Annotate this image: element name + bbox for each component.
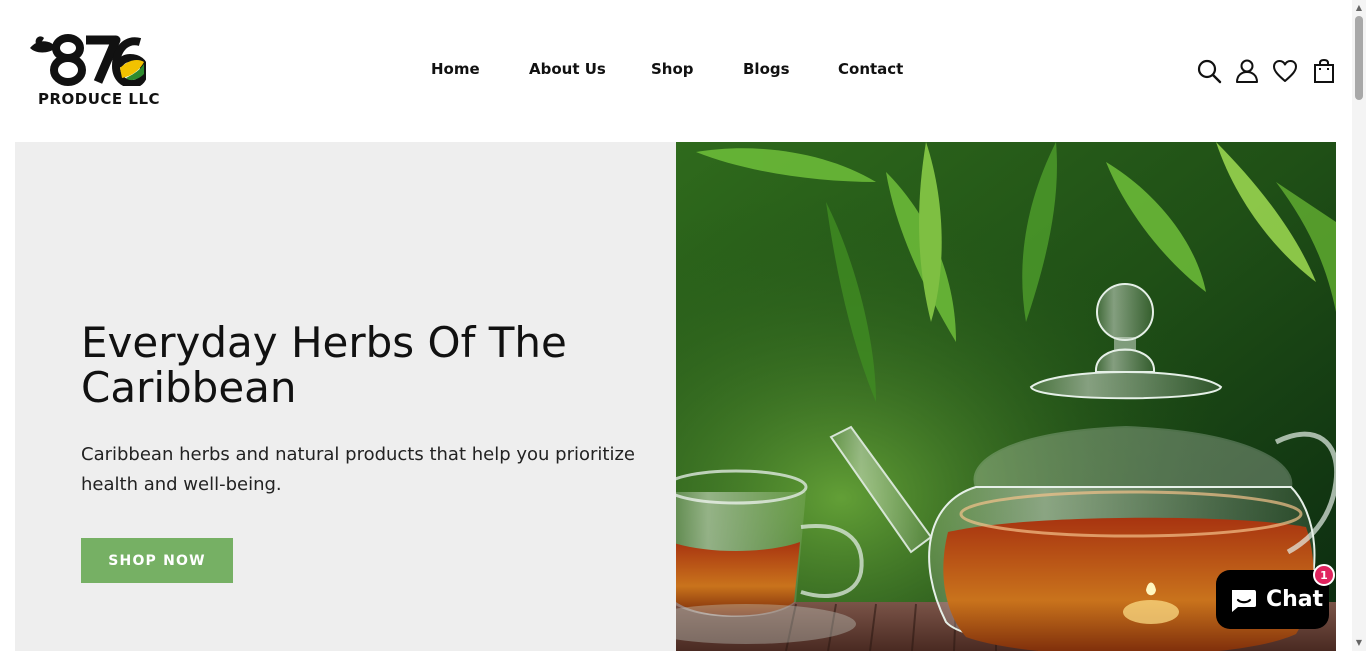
scroll-down-arrow-icon[interactable]: ▼ <box>1352 637 1366 649</box>
nav-shop[interactable]: Shop <box>651 60 694 78</box>
nav-home[interactable]: Home <box>431 60 480 78</box>
header-icons <box>1194 58 1344 86</box>
scroll-up-arrow-icon[interactable]: ▲ <box>1352 2 1366 14</box>
hero-text-panel: Everyday Herbs Of The Caribbean Caribbea… <box>15 142 676 651</box>
chat-unread-badge: 1 <box>1313 564 1335 586</box>
search-icon[interactable] <box>1196 58 1224 86</box>
nav-about-us[interactable]: About Us <box>529 60 606 78</box>
page-scrollbar[interactable]: ▲ ▼ <box>1352 0 1366 651</box>
hero-subtitle: Caribbean herbs and natural products tha… <box>81 444 635 495</box>
nav-contact[interactable]: Contact <box>838 60 903 78</box>
chat-bubble-icon <box>1232 589 1256 612</box>
logo-text: PRODUCE LLC <box>38 90 161 108</box>
scrollbar-thumb[interactable] <box>1355 16 1363 100</box>
hero-title: Everyday Herbs Of The Caribbean <box>81 318 567 412</box>
chat-widget-button[interactable]: Chat <box>1216 570 1329 629</box>
account-icon[interactable] <box>1234 58 1262 86</box>
nav-blogs[interactable]: Blogs <box>743 60 790 78</box>
cart-bag-icon[interactable] <box>1311 58 1339 86</box>
shop-now-button[interactable]: SHOP NOW <box>81 538 233 583</box>
site-header: PRODUCE LLC Home About Us Shop Blogs Con… <box>0 0 1352 142</box>
main-nav: Home About Us Shop Blogs Contact <box>0 60 1352 82</box>
chat-label: Chat <box>1266 587 1324 612</box>
hero-banner: Everyday Herbs Of The Caribbean Caribbea… <box>15 142 1336 651</box>
wishlist-heart-icon[interactable] <box>1272 58 1300 86</box>
